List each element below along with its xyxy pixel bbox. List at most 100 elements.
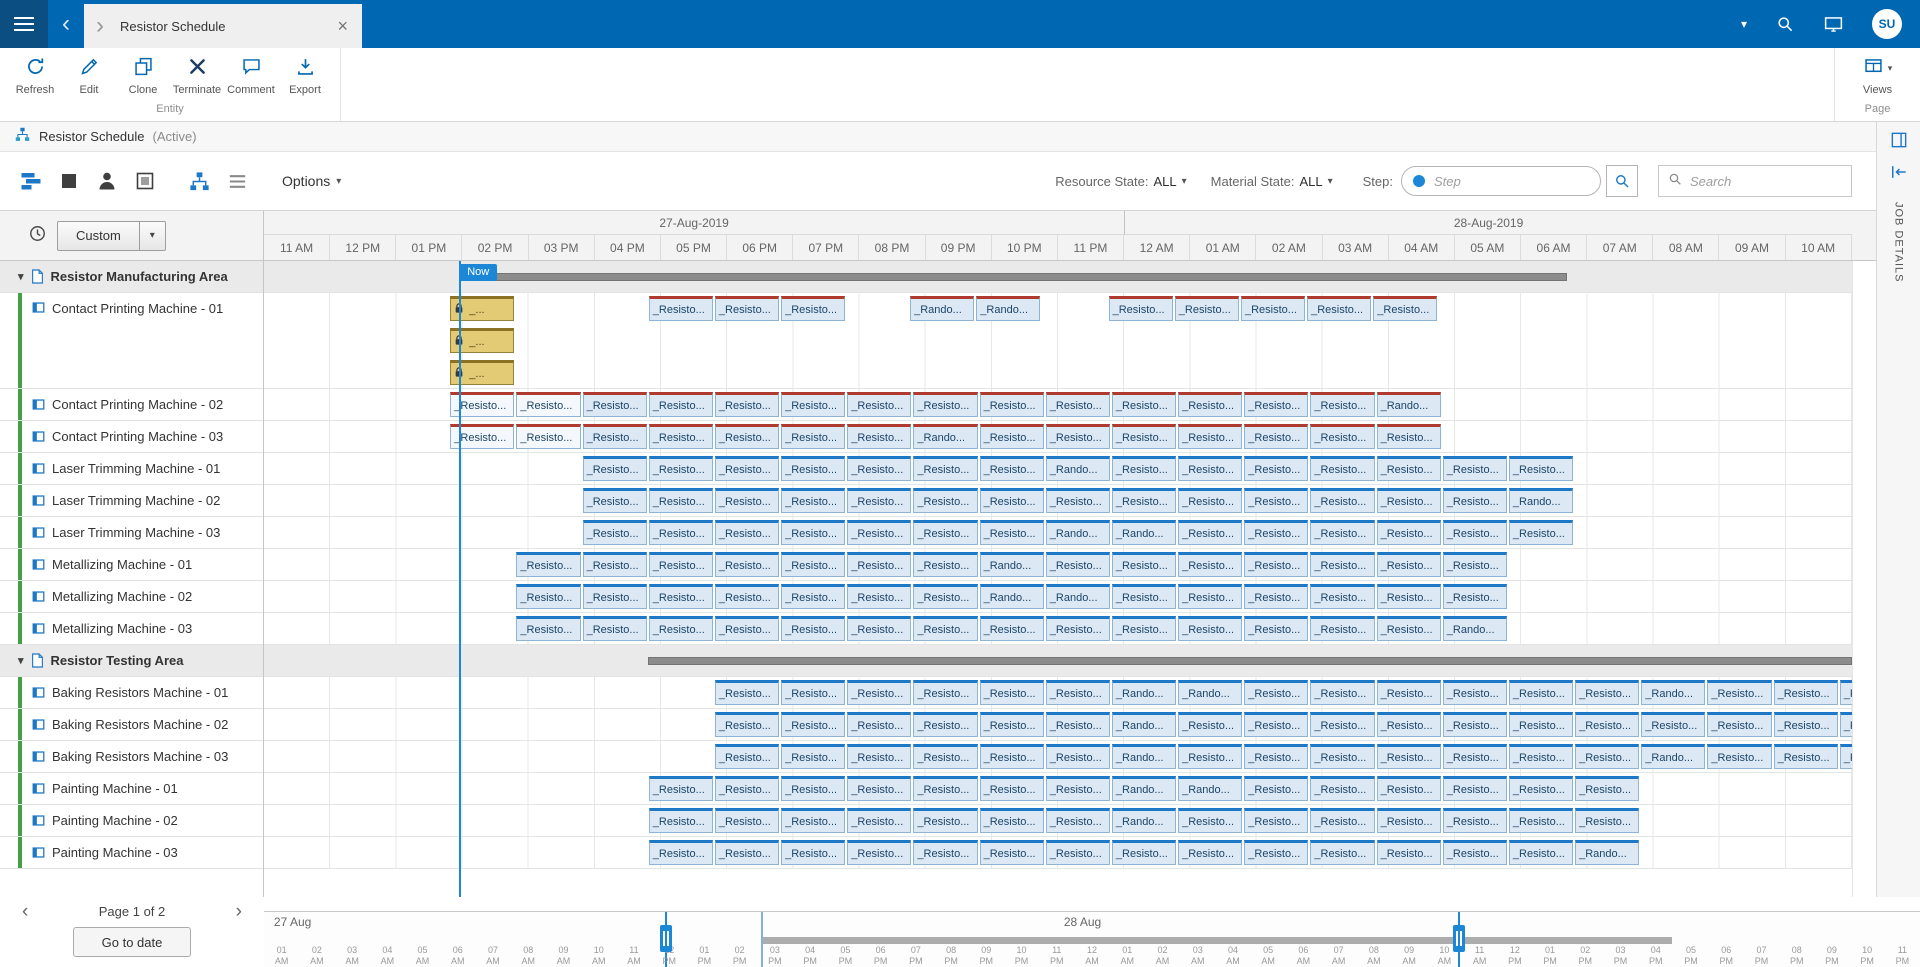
gantt-bar[interactable]: _Resisto... bbox=[1509, 744, 1573, 769]
gantt-bar[interactable]: _Resisto... bbox=[913, 712, 977, 737]
collapse-panel-icon[interactable] bbox=[1887, 160, 1911, 184]
gantt-bar[interactable]: _Resisto... bbox=[1377, 776, 1441, 801]
gantt-bar[interactable]: _Resisto... bbox=[781, 616, 845, 641]
gantt-bar[interactable]: _Resisto... bbox=[649, 616, 713, 641]
gantt-bar[interactable]: _Resisto... bbox=[715, 392, 779, 417]
gantt-bar[interactable]: _Resisto... bbox=[847, 584, 911, 609]
gantt-bar[interactable]: _Resisto... bbox=[649, 296, 713, 321]
gantt-bar[interactable]: _Rando... bbox=[913, 424, 977, 449]
gantt-bar[interactable]: _Resisto... bbox=[715, 712, 779, 737]
gantt-bar[interactable]: _Resisto... bbox=[913, 520, 977, 545]
gantt-bar[interactable]: _Resisto... bbox=[1377, 840, 1441, 865]
gantt-bar[interactable]: _Resisto... bbox=[1244, 552, 1308, 577]
ribbon-button-refresh[interactable]: Refresh bbox=[8, 56, 62, 96]
gantt-bar[interactable]: _Resisto... bbox=[1310, 776, 1374, 801]
gantt-bar[interactable]: _Resisto... bbox=[715, 840, 779, 865]
gantt-bar[interactable]: _Resisto... bbox=[1310, 392, 1374, 417]
next-page-icon[interactable]: › bbox=[236, 902, 242, 921]
overview-right-handle[interactable] bbox=[1453, 925, 1465, 952]
gantt-bar[interactable]: _Resisto... bbox=[1310, 520, 1374, 545]
gantt-bar[interactable]: _Resisto... bbox=[913, 808, 977, 833]
gantt-bar[interactable]: _Resisto... bbox=[980, 616, 1044, 641]
gantt-bar[interactable]: _Resisto... bbox=[980, 392, 1044, 417]
gantt-bar[interactable]: _Resisto... bbox=[847, 552, 911, 577]
gantt-bar[interactable]: _Resisto... bbox=[649, 808, 713, 833]
gantt-bar[interactable]: _Resisto... bbox=[516, 392, 580, 417]
gantt-bar[interactable]: _Resisto... bbox=[583, 584, 647, 609]
gantt-bar[interactable]: _Resisto... bbox=[781, 584, 845, 609]
gantt-bar[interactable]: _Resisto... bbox=[715, 616, 779, 641]
gantt-bar[interactable]: _Resisto... bbox=[715, 424, 779, 449]
gantt-bar[interactable]: _Resisto... bbox=[1707, 712, 1771, 737]
gantt-bar[interactable]: _Rando... bbox=[1509, 488, 1573, 513]
gantt-bar[interactable]: _Resisto... bbox=[913, 552, 977, 577]
gantt-bar[interactable]: _Resisto... bbox=[1178, 392, 1242, 417]
gantt-bar[interactable]: _Resisto... bbox=[781, 712, 845, 737]
gantt-bar[interactable]: _Resisto... bbox=[913, 744, 977, 769]
gantt-bar[interactable]: _Resisto... bbox=[1774, 680, 1838, 705]
gantt-bar[interactable]: _Resisto... bbox=[1244, 424, 1308, 449]
gantt-bar[interactable]: _Rando... bbox=[1641, 744, 1705, 769]
gantt-bar[interactable]: _Resisto... bbox=[980, 744, 1044, 769]
gantt-bar[interactable]: _Resisto... bbox=[1443, 456, 1507, 481]
step-filter[interactable] bbox=[1401, 166, 1601, 196]
gantt-bar[interactable]: _Resisto... bbox=[1178, 520, 1242, 545]
gantt-bar[interactable]: _Rando... bbox=[1641, 680, 1705, 705]
gantt-bar[interactable]: _Rando... bbox=[910, 296, 974, 321]
gantt-bar[interactable]: _Resisto... bbox=[1046, 616, 1110, 641]
tree-resource-row[interactable]: Laser Trimming Machine - 01 bbox=[0, 453, 263, 485]
material-state-dropdown[interactable]: Material State: ALL ▾ bbox=[1211, 174, 1333, 189]
gantt-bar[interactable]: _Resisto... bbox=[1310, 680, 1374, 705]
tree-resource-row[interactable]: Baking Resistors Machine - 02 bbox=[0, 709, 263, 741]
gantt-bar[interactable]: _Resisto... bbox=[1046, 808, 1110, 833]
gantt-bar[interactable]: _Resisto... bbox=[1307, 296, 1371, 321]
gantt-bar[interactable]: _Resisto... bbox=[715, 552, 779, 577]
gantt-bar[interactable]: _Resisto... bbox=[1112, 424, 1176, 449]
tree-resource-row[interactable]: Metallizing Machine - 02 bbox=[0, 581, 263, 613]
gantt-bar[interactable]: _Rando... bbox=[1112, 808, 1176, 833]
gantt-bar[interactable]: _Resisto... bbox=[781, 456, 845, 481]
gantt-bar[interactable]: _Resisto... bbox=[1244, 616, 1308, 641]
gantt-bar[interactable]: _Resisto... bbox=[649, 776, 713, 801]
tree-resource-row[interactable]: Baking Resistors Machine - 03 bbox=[0, 741, 263, 773]
gantt-bar[interactable]: _Resisto... bbox=[1310, 424, 1374, 449]
gantt-bar[interactable]: _Resisto... bbox=[1840, 744, 1852, 769]
ribbon-button-comment[interactable]: Comment bbox=[224, 56, 278, 96]
gantt-bar[interactable]: _Resisto... bbox=[715, 744, 779, 769]
gantt-bar[interactable]: _Resisto... bbox=[1310, 840, 1374, 865]
tree-group-row[interactable]: ▾Resistor Testing Area bbox=[0, 645, 263, 677]
gantt-bar[interactable]: _Rando... bbox=[1046, 456, 1110, 481]
hamburger-menu-button[interactable] bbox=[0, 0, 48, 48]
gantt-bar[interactable]: _Resisto... bbox=[1377, 424, 1441, 449]
gantt-bar[interactable]: _Resisto... bbox=[516, 424, 580, 449]
gantt-bar[interactable]: _Resisto... bbox=[715, 776, 779, 801]
gantt-bar[interactable]: _Resisto... bbox=[649, 584, 713, 609]
tree-resource-row[interactable]: Painting Machine - 01 bbox=[0, 773, 263, 805]
gantt-bar[interactable]: _Resisto... bbox=[980, 776, 1044, 801]
gantt-bar[interactable]: _Resisto... bbox=[1178, 808, 1242, 833]
gantt-bar[interactable]: _Resisto... bbox=[1377, 520, 1441, 545]
gantt-bar[interactable]: _Resisto... bbox=[781, 840, 845, 865]
gantt-bar[interactable]: _Resisto... bbox=[1244, 488, 1308, 513]
tree-resource-row[interactable]: Baking Resistors Machine - 01 bbox=[0, 677, 263, 709]
gantt-bar[interactable]: _Resisto... bbox=[1509, 712, 1573, 737]
gantt-bar[interactable]: _Resisto... bbox=[1443, 488, 1507, 513]
gantt-bar[interactable]: _Resisto... bbox=[1443, 520, 1507, 545]
tree-resource-row[interactable]: Painting Machine - 02 bbox=[0, 805, 263, 837]
gantt-bar[interactable]: _Resisto... bbox=[913, 584, 977, 609]
tab-close-icon[interactable]: × bbox=[335, 16, 350, 37]
options-dropdown[interactable]: Options ▾ bbox=[282, 173, 341, 189]
gantt-bar[interactable]: _Resisto... bbox=[1443, 712, 1507, 737]
gantt-bar[interactable]: _Resisto... bbox=[847, 808, 911, 833]
gantt-bar[interactable]: _Resisto... bbox=[583, 456, 647, 481]
gantt-bar[interactable]: _Resisto... bbox=[583, 520, 647, 545]
gantt-bar[interactable]: _Resisto... bbox=[715, 808, 779, 833]
gantt-bar[interactable]: _Resisto... bbox=[1509, 680, 1573, 705]
gantt-bar[interactable]: _Resisto... bbox=[980, 456, 1044, 481]
gantt-bar[interactable]: _Resisto... bbox=[1575, 680, 1639, 705]
gantt-bar[interactable]: _Resisto... bbox=[1575, 712, 1639, 737]
block-view-icon[interactable] bbox=[56, 168, 82, 194]
gantt-bar[interactable]: _Resisto... bbox=[1244, 584, 1308, 609]
timeline-overview[interactable]: 27 Aug28 Aug 01AM02AM03AM04AM05AM06AM07A… bbox=[264, 911, 1920, 967]
gantt-bar[interactable]: _Resisto... bbox=[913, 840, 977, 865]
